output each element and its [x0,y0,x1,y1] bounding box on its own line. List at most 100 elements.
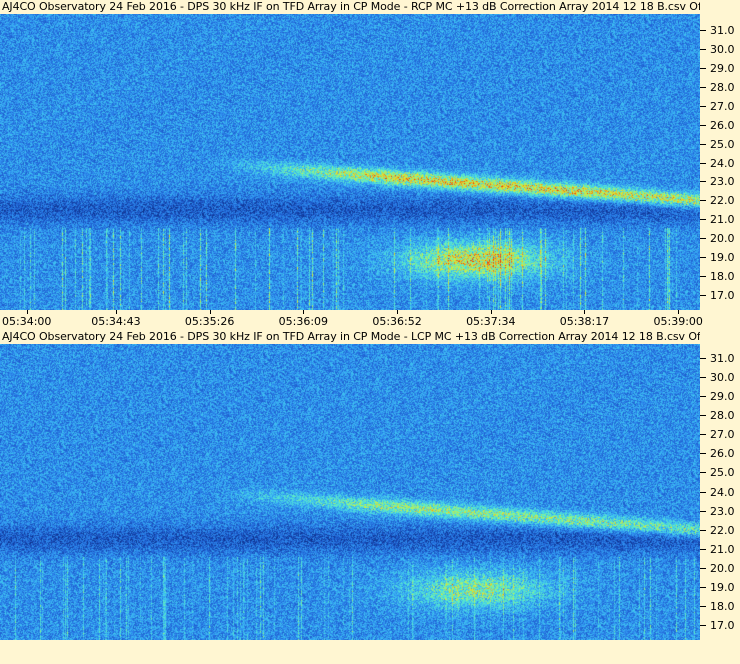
frequency-tick-label: 19.0 [710,580,735,594]
tick-mark [700,434,706,436]
frequency-tick: 20.0 [700,232,740,246]
tick-mark [700,181,706,183]
frequency-tick-label: 24.0 [710,485,735,499]
frequency-tick-label: 27.0 [710,99,735,113]
tick-mark [700,567,706,569]
frequency-tick-label: 17.0 [710,289,735,302]
frequency-tick: 27.0 [700,428,740,442]
frequency-tick: 18.0 [700,270,740,284]
rcp-frequency-axis: 31.0 30.0 29.0 28.0 27.0 26.0 25.0 24.0 23.0 22.0… [700,14,740,310]
tick-mark [700,415,706,417]
tick-mark [700,529,706,531]
frequency-tick: 20.0 [700,562,740,576]
frequency-tick-label: 23.0 [710,175,735,189]
frequency-tick-label: 24.0 [710,156,735,170]
frequency-tick: 22.0 [700,524,740,538]
tick-mark [700,472,706,474]
frequency-tick: 23.0 [700,175,740,189]
tick-mark [700,67,706,69]
tick-mark [700,605,706,607]
frequency-tick-label: 27.0 [710,428,735,442]
tick-mark [397,310,399,314]
tick-mark [700,295,706,296]
frequency-tick: 25.0 [700,138,740,152]
time-tick-label: 05:38:17 [560,310,609,328]
tick-mark [700,586,706,588]
frequency-tick-label: 29.0 [710,61,735,75]
lcp-panel-title: AJ4CO Observatory 24 Feb 2016 - DPS 30 k… [0,330,700,344]
frequency-tick-label: 20.0 [710,232,735,246]
time-tick-label: 05:36:52 [372,310,422,328]
frequency-tick: 26.0 [700,119,740,133]
tick-mark [700,257,706,259]
tick-mark [700,276,706,278]
frequency-tick: 18.0 [700,600,740,614]
frequency-tick: 31.0 [700,352,740,366]
frequency-tick: 28.0 [700,81,740,95]
tick-mark [700,548,706,550]
frequency-tick: 19.0 [700,581,740,595]
rcp-time-axis: 05:34:00 05:34:43 05:35:26 05:36:09 05:36:52… [0,310,740,330]
frequency-tick: 19.0 [700,251,740,265]
frequency-tick-label: 19.0 [710,251,735,265]
frequency-tick: 27.0 [700,100,740,114]
frequency-tick: 24.0 [700,486,740,500]
frequency-tick: 17.0 [700,289,740,303]
time-tick-label: 05:36:09 [279,310,328,328]
tick-mark [700,491,706,493]
lcp-bottom-strip [0,640,740,664]
frequency-tick: 22.0 [700,194,740,208]
tick-mark [700,358,706,359]
tick-mark [678,310,680,314]
lcp-spectrogram[interactable] [0,342,700,640]
frequency-tick: 31.0 [700,24,740,38]
tick-mark [700,200,706,202]
frequency-tick-label: 18.0 [710,599,735,613]
tick-mark [584,310,586,314]
frequency-tick: 25.0 [700,466,740,480]
frequency-tick-label: 26.0 [710,118,735,132]
time-tick-label: 05:34:43 [91,310,141,328]
tick-mark [700,30,706,31]
frequency-tick: 29.0 [700,62,740,76]
frequency-tick-label: 30.0 [710,42,735,56]
tick-mark [700,396,706,398]
tick-mark [26,310,28,314]
frequency-tick-label: 25.0 [710,466,735,480]
tick-mark [490,310,492,314]
frequency-tick-label: 18.0 [710,270,735,284]
tick-mark [700,162,706,164]
tick-mark [700,510,706,512]
frequency-tick: 23.0 [700,505,740,519]
tick-mark [700,377,706,379]
frequency-tick-label: 28.0 [710,80,735,94]
frequency-tick-label: 21.0 [710,213,735,227]
frequency-tick-label: 26.0 [710,447,735,461]
time-tick-label: 05:37:34 [466,310,515,328]
frequency-tick-label: 29.0 [710,390,735,404]
time-tick-label: 05:34:00 [2,310,51,328]
tick-mark [303,310,305,314]
frequency-tick-label: 25.0 [710,137,735,151]
rcp-panel: AJ4CO Observatory 24 Feb 2016 - DPS 30 k… [0,0,740,330]
tick-mark [209,310,211,314]
time-tick-label: 05:39:00 [654,310,703,328]
frequency-tick-label: 31.0 [710,24,735,37]
frequency-tick-label: 21.0 [710,542,735,556]
tick-mark [115,310,117,314]
frequency-tick-label: 28.0 [710,409,735,423]
frequency-tick: 28.0 [700,409,740,423]
tick-mark [700,453,706,455]
frequency-tick: 26.0 [700,447,740,461]
tick-mark [700,86,706,88]
frequency-tick-label: 31.0 [710,352,735,365]
tick-mark [700,48,706,50]
frequency-tick: 21.0 [700,543,740,557]
lcp-panel: AJ4CO Observatory 24 Feb 2016 - DPS 30 k… [0,330,740,664]
tick-mark [700,219,706,221]
rcp-spectrogram[interactable] [0,14,700,310]
frequency-tick-label: 22.0 [710,523,735,537]
frequency-tick-label: 23.0 [710,504,735,518]
frequency-tick: 21.0 [700,213,740,227]
frequency-tick: 17.0 [700,619,740,633]
